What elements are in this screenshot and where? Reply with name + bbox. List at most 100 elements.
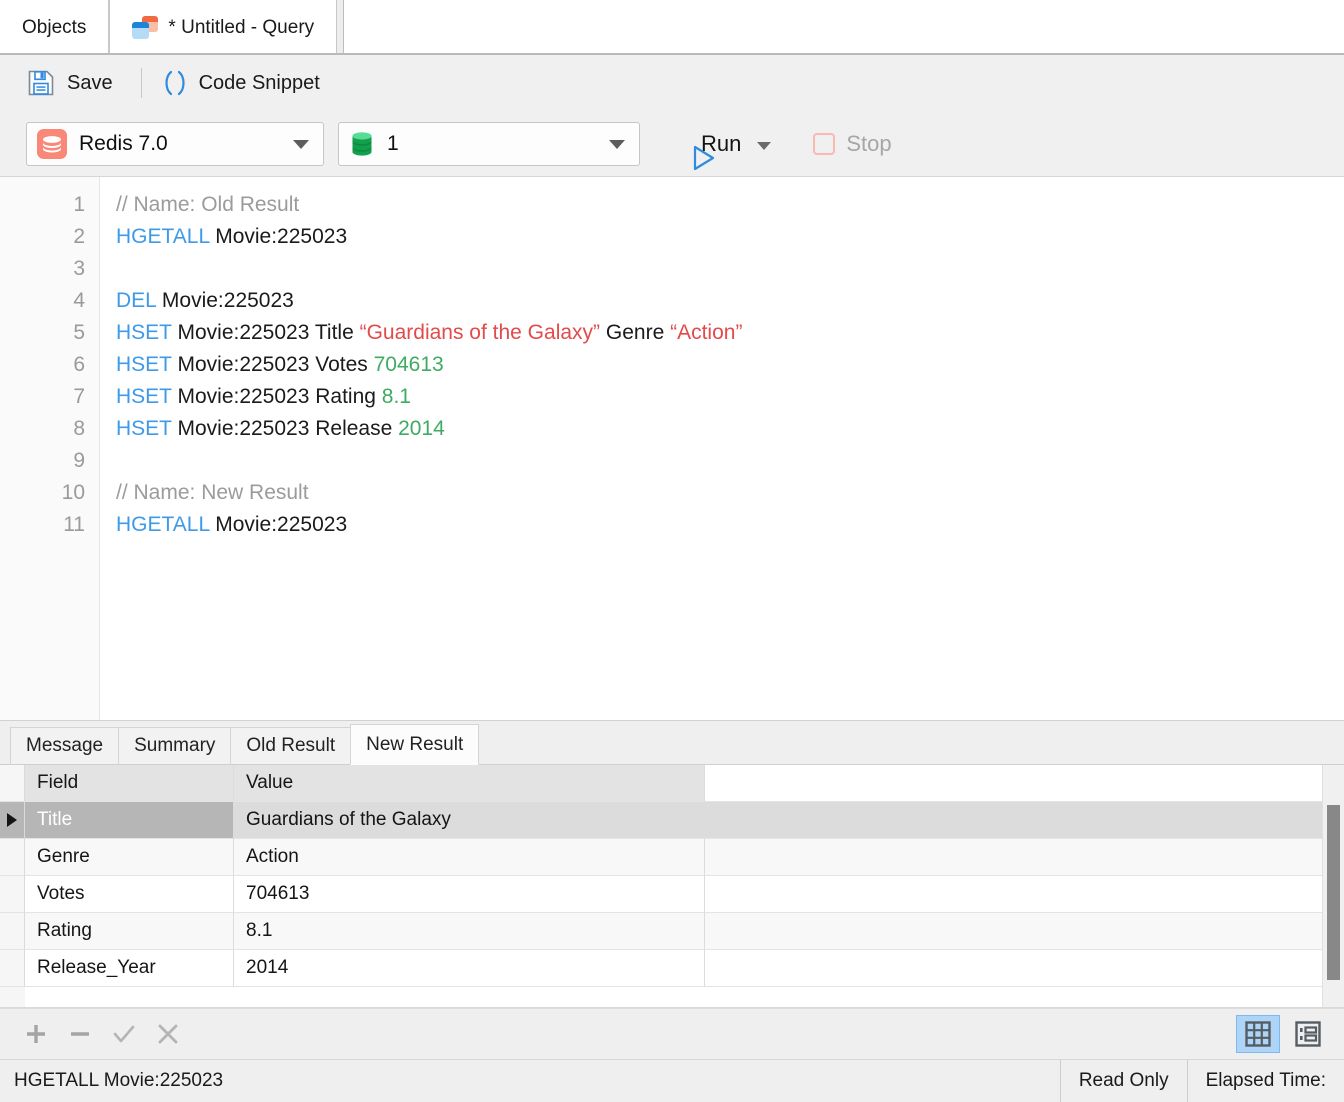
result-tab-new-result[interactable]: New Result xyxy=(350,724,480,765)
code-token-cmd: HSET xyxy=(116,417,172,440)
line-number: 3 xyxy=(73,257,85,280)
run-button[interactable]: Run xyxy=(670,131,772,171)
cell-filler xyxy=(705,913,1322,950)
cell-filler xyxy=(705,950,1322,987)
cell-field[interactable]: Genre xyxy=(25,839,234,876)
code-line[interactable]: HGETALL Movie:225023 xyxy=(116,509,1344,541)
row-header[interactable] xyxy=(0,765,25,802)
stop-square-icon xyxy=(813,133,836,155)
results-panel: Message Summary Old Result New Result Field… xyxy=(0,721,1344,1060)
row-header-selected[interactable] xyxy=(0,802,25,839)
column-header-filler xyxy=(705,765,1322,802)
grid-view-toggle[interactable] xyxy=(1236,1015,1280,1053)
save-button[interactable]: Save xyxy=(26,64,123,102)
confirm-edit-button[interactable] xyxy=(102,1014,146,1054)
server-select[interactable]: Redis 7.0 xyxy=(26,122,324,166)
database-cylinder-icon xyxy=(349,129,375,159)
code-token-str: “Action” xyxy=(670,321,743,344)
current-row-arrow-icon xyxy=(7,813,17,827)
code-line[interactable]: HSET Movie:225023 Release 2014 xyxy=(116,413,1344,445)
cell-value[interactable]: 8.1 xyxy=(234,913,705,950)
code-token-str: “Guardians of the Galaxy” xyxy=(359,321,601,344)
run-dropdown-arrow-icon[interactable] xyxy=(757,141,772,150)
code-token-cmt: // Name: Old Result xyxy=(116,193,300,216)
code-line[interactable]: // Name: Old Result xyxy=(116,189,1344,221)
result-tab-summary[interactable]: Summary xyxy=(118,727,232,765)
code-token-num: 8.1 xyxy=(381,385,411,408)
line-number: 9 xyxy=(73,449,85,472)
code-token-plain: Movie:225023 Rating xyxy=(171,385,382,408)
tab-query-label: * Untitled - Query xyxy=(168,16,315,38)
code-token-cmd: HGETALL xyxy=(116,513,210,536)
code-token-plain: Movie:225023 Title xyxy=(171,321,360,344)
result-tab-old-result[interactable]: Old Result xyxy=(230,727,352,765)
table-row[interactable]: Genre Action xyxy=(25,839,1322,876)
table-row[interactable]: Release_Year 2014 xyxy=(25,950,1322,987)
code-line[interactable]: HGETALL Movie:225023 xyxy=(116,221,1344,253)
code-token-cmd: HSET xyxy=(116,385,172,408)
code-token-num: 2014 xyxy=(398,417,445,440)
results-grid-table: Field Value Title Guardians of the Galaxy Ge… xyxy=(25,765,1322,1007)
column-header-field[interactable]: Field xyxy=(25,765,234,802)
code-token-cmt: // Name: New Result xyxy=(116,481,309,504)
code-line[interactable] xyxy=(116,253,1344,285)
cell-filler xyxy=(705,839,1322,876)
cell-value[interactable]: Guardians of the Galaxy xyxy=(234,802,705,839)
query-tab-icon xyxy=(132,15,159,40)
add-row-button[interactable] xyxy=(14,1014,58,1054)
row-header[interactable] xyxy=(0,950,25,987)
cell-filler xyxy=(705,802,1322,839)
table-row[interactable]: Title Guardians of the Galaxy xyxy=(25,802,1322,839)
line-number: 2 xyxy=(73,225,85,248)
cell-field[interactable]: Votes xyxy=(25,876,234,913)
cell-value[interactable]: 2014 xyxy=(234,950,705,987)
code-line[interactable]: DEL Movie:225023 xyxy=(116,285,1344,317)
table-row[interactable]: Rating 8.1 xyxy=(25,913,1322,950)
code-token-plain: Movie:225023 xyxy=(156,289,294,312)
cell-field[interactable]: Title xyxy=(25,802,234,839)
code-line[interactable]: // Name: New Result xyxy=(116,477,1344,509)
sql-editor[interactable]: 1 2 3 4 5 6 7 8 9 10 11 // Name: Old Result HGETALL… xyxy=(0,177,1344,721)
row-header[interactable] xyxy=(0,839,25,876)
cell-field[interactable]: Release_Year xyxy=(25,950,234,987)
app-window: Objects * Untitled - Query Save Code Sni… xyxy=(0,0,1344,1102)
line-number: 6 xyxy=(73,353,85,376)
status-bar: HGETALL Movie:225023 Read Only Elapsed T… xyxy=(0,1060,1344,1102)
code-token-num: 704613 xyxy=(373,353,444,376)
cancel-edit-button[interactable] xyxy=(146,1014,190,1054)
table-row[interactable]: Votes 704613 xyxy=(25,876,1322,913)
database-select[interactable]: 1 xyxy=(338,122,640,166)
cell-value[interactable]: 704613 xyxy=(234,876,705,913)
results-tab-bar: Message Summary Old Result New Result xyxy=(0,721,1344,765)
row-header[interactable] xyxy=(0,913,25,950)
result-tab-message[interactable]: Message xyxy=(10,727,120,765)
column-header-value[interactable]: Value xyxy=(234,765,705,802)
cell-field[interactable]: Rating xyxy=(25,913,234,950)
code-line[interactable]: HSET Movie:225023 Votes 704613 xyxy=(116,349,1344,381)
code-token-plain: Movie:225023 xyxy=(209,225,348,248)
line-number: 8 xyxy=(73,417,85,440)
cell-value[interactable]: Action xyxy=(234,839,705,876)
form-view-toggle[interactable] xyxy=(1286,1015,1330,1053)
status-readonly: Read Only xyxy=(1059,1060,1187,1102)
remove-row-button[interactable] xyxy=(58,1014,102,1054)
status-query-text: HGETALL Movie:225023 xyxy=(14,1070,224,1091)
row-header[interactable] xyxy=(0,876,25,913)
chevron-down-icon xyxy=(293,139,309,149)
code-token-plain: Genre xyxy=(600,321,671,344)
tab-query[interactable]: * Untitled - Query xyxy=(109,0,338,55)
parentheses-icon xyxy=(160,68,188,98)
editor-code-area[interactable]: // Name: Old Result HGETALL Movie:225023 … xyxy=(100,177,1344,720)
results-vertical-scrollbar[interactable] xyxy=(1322,765,1344,1007)
tab-objects[interactable]: Objects xyxy=(0,0,110,55)
code-line[interactable]: HSET Movie:225023 Rating 8.1 xyxy=(116,381,1344,413)
database-select-value: 1 xyxy=(387,132,399,155)
code-line[interactable] xyxy=(116,445,1344,477)
server-select-value: Redis 7.0 xyxy=(79,132,168,155)
code-line[interactable]: HSET Movie:225023 Title “Guardians of th… xyxy=(116,317,1344,349)
results-grid[interactable]: Field Value Title Guardians of the Galaxy Ge… xyxy=(0,765,1344,1008)
scrollbar-thumb[interactable] xyxy=(1327,805,1340,980)
editor-line-number-gutter: 1 2 3 4 5 6 7 8 9 10 11 xyxy=(0,177,100,720)
code-snippet-button[interactable]: Code Snippet xyxy=(160,64,330,102)
row-header-gutter xyxy=(0,765,25,1007)
